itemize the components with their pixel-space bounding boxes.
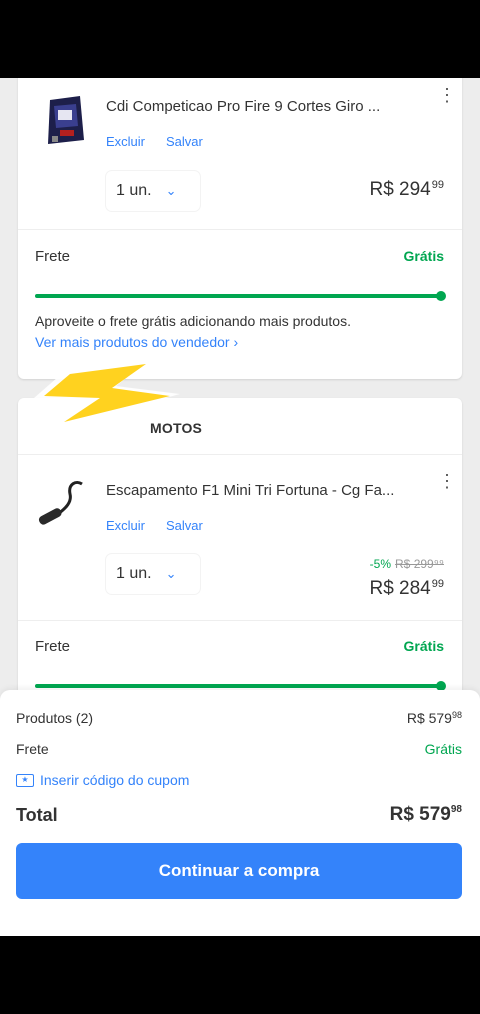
coupon-label: Inserir código do cupom (40, 772, 190, 788)
more-vert-icon[interactable]: ⋮ (438, 86, 456, 104)
products-value: R$ 57998 (406, 710, 462, 726)
total-label: Total (16, 804, 58, 825)
shipping-free-badge: Grátis (403, 638, 444, 654)
shipping-label: Frete (35, 638, 71, 655)
cart-item-card-1: Cdi Competicao Pro Fire 9 Cortes Giro ..… (18, 78, 462, 379)
divider (18, 454, 462, 455)
shipping-label: Frete (16, 741, 49, 757)
product-title[interactable]: Escapamento F1 Mini Tri Fortuna - Cg Fa.… (106, 482, 394, 499)
free-shipping-progress-bar (35, 291, 446, 301)
product-thumbnail-exhaust[interactable] (36, 478, 92, 538)
discount-percent: -5% (369, 557, 392, 571)
quantity-value: 1 un. (116, 565, 152, 582)
cart-item-card-2: MOTOS Escapamento F1 Mini Tri Fortuna - … (18, 398, 462, 698)
save-link[interactable]: Salvar (166, 518, 203, 533)
summary-products-row: Produtos (2) R$ 57998 (16, 710, 462, 726)
coupon-link[interactable]: ★ Inserir código do cupom (16, 772, 189, 788)
delete-link[interactable]: Excluir (106, 518, 145, 533)
continue-purchase-button[interactable]: Continuar a compra (16, 843, 462, 899)
total-value: R$ 57998 (389, 804, 462, 825)
chevron-down-icon: ⌄ (165, 566, 177, 581)
products-label: Produtos (2) (16, 710, 94, 726)
lightning-bolt-icon (30, 358, 186, 435)
discount-info: -5% R$ 299⁹⁹ (370, 557, 444, 571)
quantity-selector[interactable]: 1 un. ⌄ (106, 171, 200, 211)
chevron-down-icon: ⌄ (165, 183, 177, 198)
quantity-value: 1 un. (116, 182, 152, 199)
order-summary: Produtos (2) R$ 57998 Frete Grátis ★ Ins… (0, 690, 480, 936)
divider (18, 620, 462, 621)
progress-dot (436, 291, 446, 301)
delete-link[interactable]: Excluir (106, 134, 145, 149)
old-price: R$ 299⁹⁹ (395, 557, 444, 571)
summary-total-row: Total R$ 57998 (16, 804, 462, 826)
save-link[interactable]: Salvar (166, 134, 203, 149)
shipping-label: Frete (35, 248, 71, 265)
seller-products-link[interactable]: Ver mais produtos do vendedor › (35, 334, 238, 350)
shipping-free-badge: Grátis (403, 248, 444, 264)
item-price: R$ 29499 (369, 179, 444, 200)
product-thumbnail-cdi[interactable] (42, 96, 88, 148)
cart-screen: Cdi Competicao Pro Fire 9 Cortes Giro ..… (0, 78, 480, 936)
summary-shipping-row: Frete Grátis (16, 741, 462, 757)
free-shipping-progress-bar (35, 681, 446, 691)
more-vert-icon[interactable]: ⋮ (438, 472, 456, 490)
item-price: R$ 28499 (369, 578, 444, 599)
shipping-value: Grátis (424, 741, 462, 757)
divider (18, 229, 462, 230)
free-shipping-message: Aproveite o frete grátis adicionando mai… (35, 313, 351, 329)
coupon-icon: ★ (16, 773, 34, 787)
product-title[interactable]: Cdi Competicao Pro Fire 9 Cortes Giro ..… (106, 98, 380, 115)
quantity-selector[interactable]: 1 un. ⌄ (106, 554, 200, 594)
